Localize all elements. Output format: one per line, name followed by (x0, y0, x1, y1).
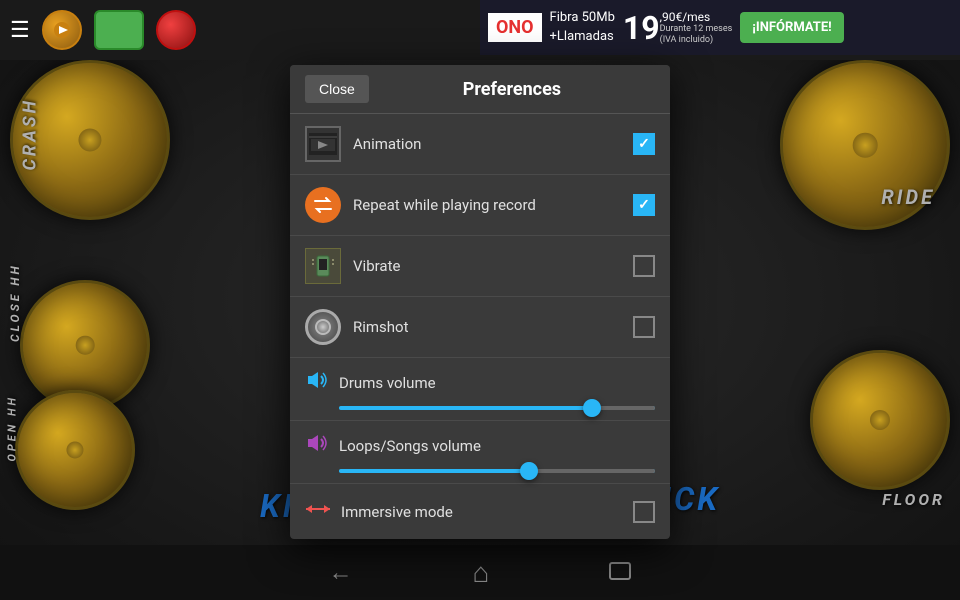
top-bar: ☰ ONO Fibra 50Mb +Llamadas 19 ,90€/mes D… (0, 0, 960, 60)
repeat-icon-svg (311, 193, 335, 217)
recent-apps-icon (609, 562, 631, 580)
speaker-purple-icon (305, 431, 329, 455)
drums-volume-track[interactable] (339, 406, 655, 410)
stop-button[interactable] (156, 10, 196, 50)
ad-price-note: Durante 12 meses (660, 24, 733, 35)
vibrate-label: Vibrate (353, 257, 633, 275)
speaker-icon (305, 368, 329, 392)
rimshot-icon (305, 309, 341, 345)
green-button[interactable] (94, 10, 144, 50)
drums-volume-label: Drums volume (339, 374, 655, 392)
recent-apps-button[interactable] (609, 561, 631, 585)
ride-label: RIDE (881, 185, 935, 209)
back-button[interactable]: ← (329, 558, 353, 587)
immersive-checkbox[interactable] (633, 501, 655, 523)
repeat-icon (305, 187, 341, 223)
bottom-nav: ← ⌂ (0, 545, 960, 600)
record-icon (51, 19, 73, 41)
drums-volume-preference[interactable]: Drums volume (290, 358, 670, 421)
floor-label: FLOOR (882, 490, 945, 509)
loops-volume-icon (305, 431, 329, 461)
crash-label: CRASH (20, 98, 41, 170)
open-hh-label: OPEN HH (6, 395, 19, 462)
rimshot-inner-icon (315, 319, 331, 335)
arrows-horizontal-icon (305, 499, 331, 519)
ad-price-dec-value: ,90€/mes (660, 10, 733, 24)
ad-price-integer: 19 (623, 9, 660, 47)
ad-brand: ONO (488, 13, 542, 42)
animation-label: Animation (353, 135, 633, 153)
ad-line2: +Llamadas (550, 28, 615, 46)
repeat-preference[interactable]: Repeat while playing record (290, 175, 670, 236)
ad-line1: Fibra 50Mb (550, 9, 615, 27)
cymbal-open-hh (15, 390, 135, 510)
ad-banner[interactable]: ONO Fibra 50Mb +Llamadas 19 ,90€/mes Dur… (480, 0, 960, 55)
loops-volume-thumb[interactable] (520, 462, 538, 480)
vibrate-preference[interactable]: Vibrate (290, 236, 670, 297)
hamburger-icon[interactable]: ☰ (10, 18, 30, 43)
loops-volume-preference[interactable]: Loops/Songs volume (290, 421, 670, 484)
drums-volume-icon (305, 368, 329, 398)
repeat-checkbox[interactable] (633, 194, 655, 216)
ad-price: 19 ,90€/mes Durante 12 meses (IVA inclui… (623, 9, 732, 47)
top-bar-left: ☰ (10, 10, 196, 50)
drums-volume-top: Drums volume (305, 368, 655, 398)
vibrate-icon (305, 248, 341, 284)
close-button[interactable]: Close (305, 75, 369, 103)
animation-preference[interactable]: Animation (290, 114, 670, 175)
preferences-body: Animation Repeat while playing record (290, 114, 670, 539)
cymbal-floor (810, 350, 950, 490)
animation-icon-svg (309, 133, 337, 155)
ad-price-note2: (IVA incluido) (660, 35, 733, 46)
ad-price-decimal: ,90€/mes Durante 12 meses (IVA incluido) (660, 10, 733, 46)
repeat-label: Repeat while playing record (353, 196, 633, 214)
preferences-dialog: Close Preferences Animation (290, 65, 670, 539)
loops-volume-top: Loops/Songs volume (305, 431, 655, 461)
immersive-icon (305, 499, 331, 525)
close-hh-label: CLOSE HH (8, 263, 22, 342)
immersive-preference[interactable]: Immersive mode (290, 484, 670, 539)
drums-volume-thumb[interactable] (583, 399, 601, 417)
ad-cta-button[interactable]: ¡INFÓRMATE! (740, 12, 843, 43)
rimshot-label: Rimshot (353, 318, 633, 336)
record-button[interactable] (42, 10, 82, 50)
loops-volume-label: Loops/Songs volume (339, 437, 655, 455)
preferences-title: Preferences (369, 79, 655, 100)
immersive-label: Immersive mode (341, 503, 633, 521)
vibrate-icon-svg (309, 252, 337, 280)
rimshot-preference[interactable]: Rimshot (290, 297, 670, 358)
home-button[interactable]: ⌂ (473, 556, 490, 589)
preferences-header: Close Preferences (290, 65, 670, 114)
loops-volume-track[interactable] (339, 469, 655, 473)
animation-icon (305, 126, 341, 162)
animation-checkbox[interactable] (633, 133, 655, 155)
vibrate-checkbox[interactable] (633, 255, 655, 277)
ad-text: Fibra 50Mb +Llamadas (550, 9, 615, 45)
rimshot-checkbox[interactable] (633, 316, 655, 338)
